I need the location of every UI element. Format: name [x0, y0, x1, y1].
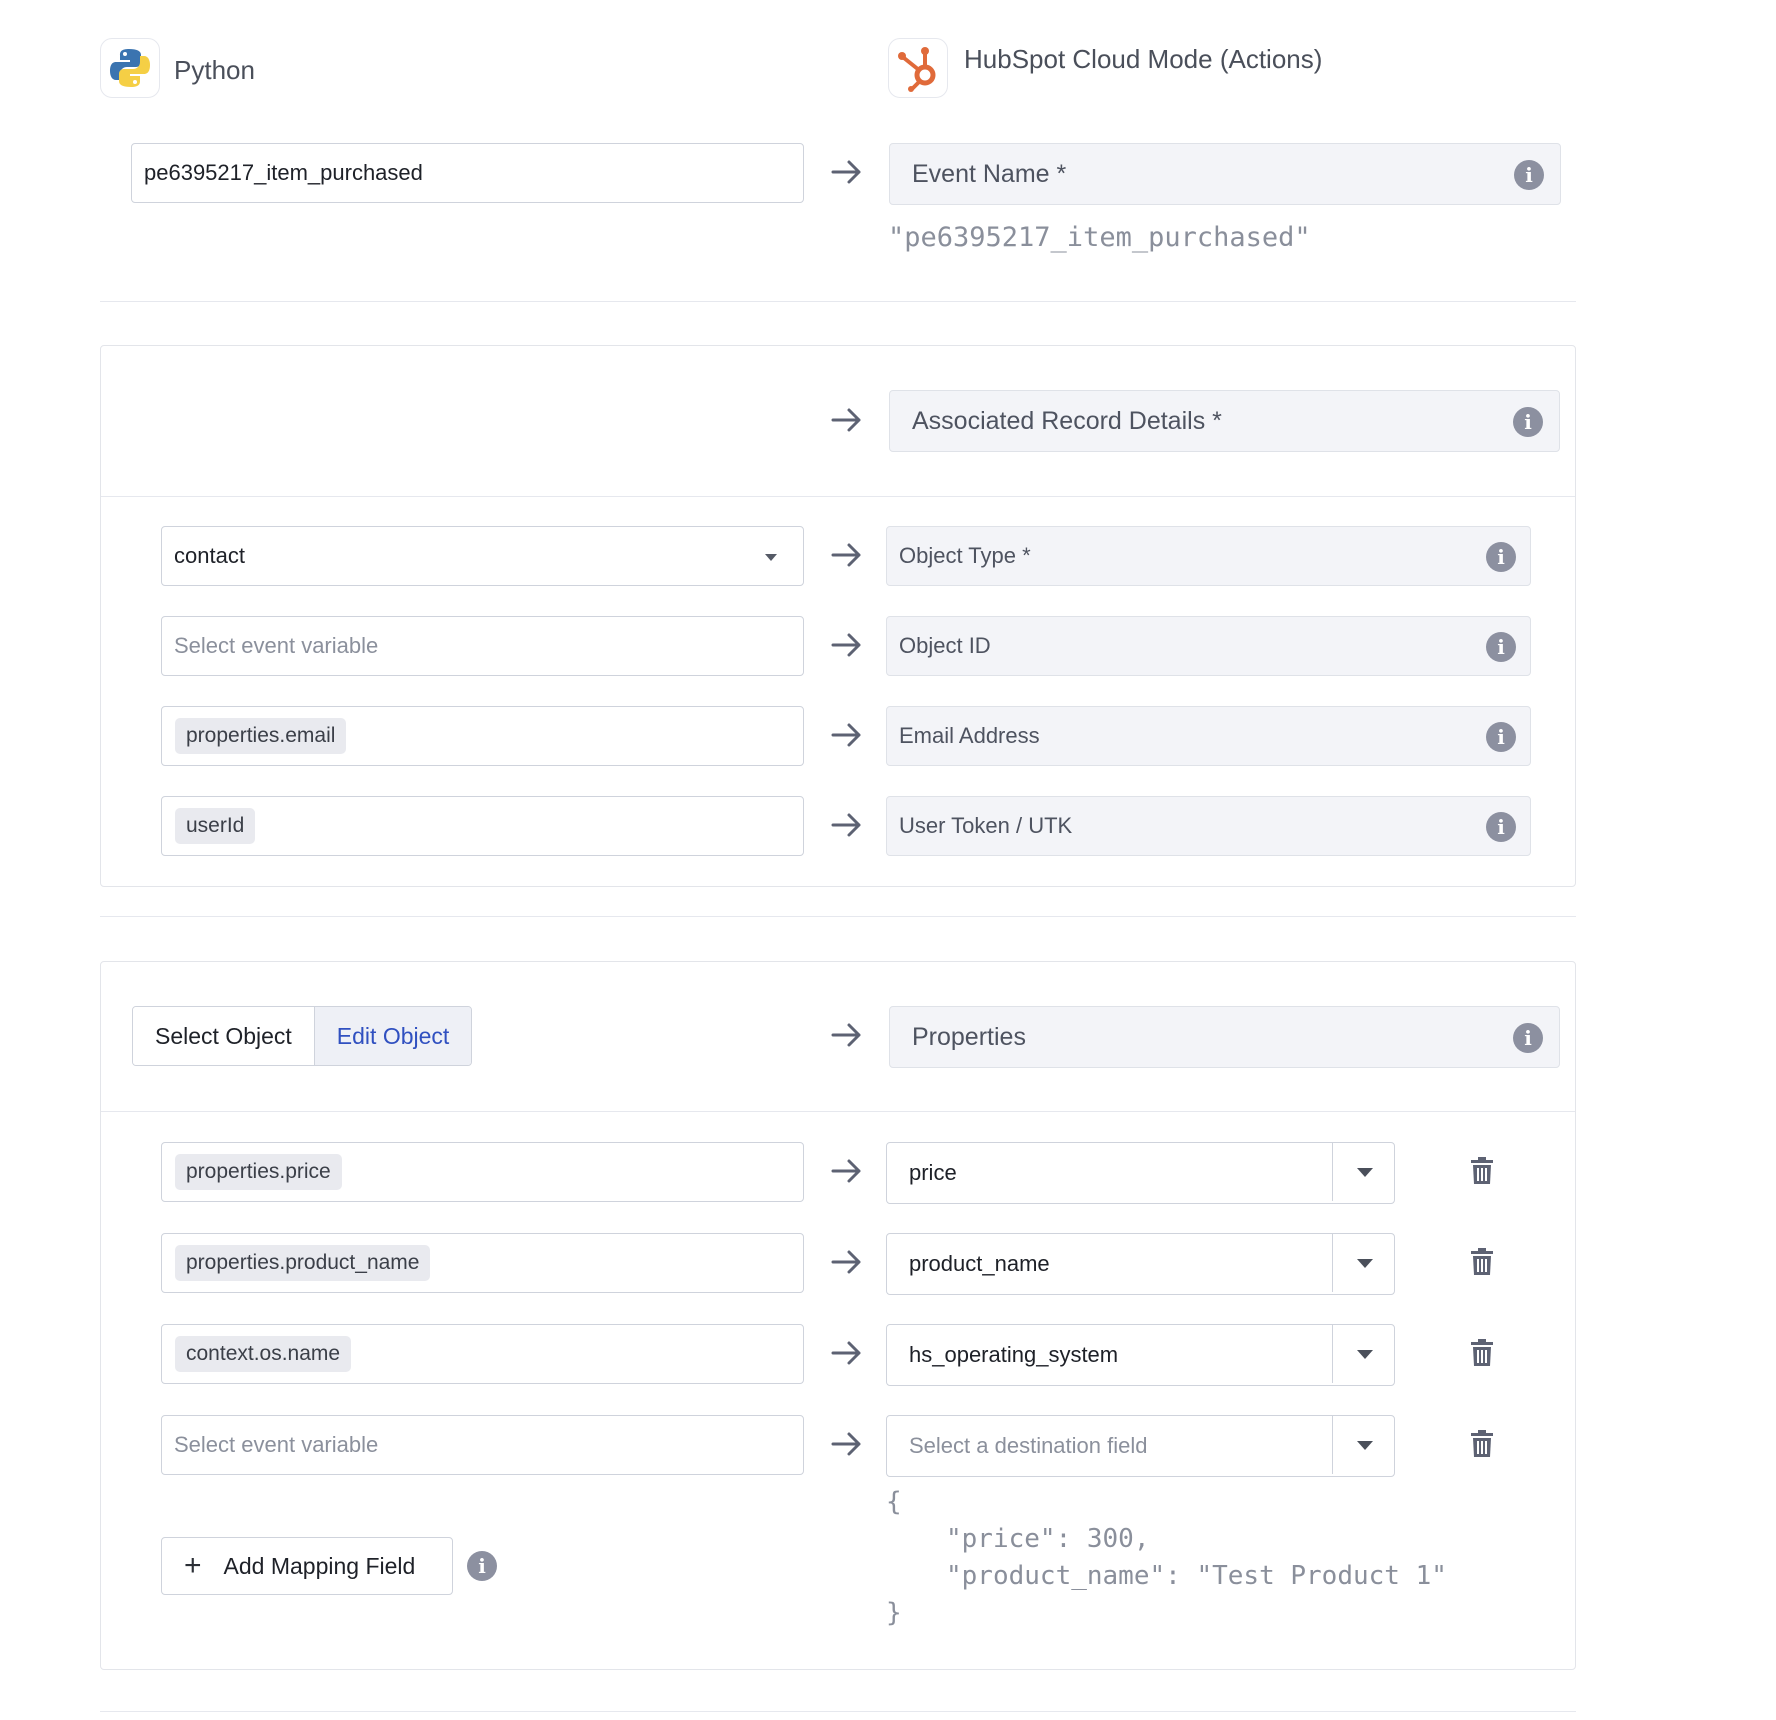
arrow-right-icon	[831, 1159, 861, 1183]
info-icon[interactable]: i	[1486, 632, 1516, 662]
properties-preview-open: {	[886, 1487, 902, 1517]
arrow-right-icon	[831, 1341, 861, 1365]
trash-icon[interactable]	[1470, 1157, 1494, 1185]
edit-object-button[interactable]: Edit Object	[314, 1007, 472, 1065]
chevron-down-icon[interactable]	[1332, 1234, 1394, 1292]
properties-preview-close: }	[886, 1598, 902, 1628]
add-mapping-field-button[interactable]: + Add Mapping Field	[161, 1537, 453, 1595]
empty-destination-select[interactable]: Select a destination field	[886, 1415, 1395, 1477]
chevron-down-icon[interactable]	[1332, 1143, 1394, 1201]
object-id-placeholder: Select event variable	[174, 633, 379, 658]
variable-chip[interactable]: context.os.name	[175, 1336, 352, 1372]
info-icon[interactable]: i	[1513, 1023, 1543, 1053]
trash-icon[interactable]	[1470, 1430, 1494, 1458]
info-icon[interactable]: i	[1514, 160, 1544, 190]
object-id-input[interactable]: Select event variable	[161, 616, 804, 676]
add-mapping-field-label: Add Mapping Field	[223, 1552, 416, 1579]
select-object-button[interactable]: Select Object	[133, 1007, 315, 1065]
price-destination-select[interactable]: price	[886, 1142, 1395, 1204]
arrow-right-icon	[831, 160, 861, 184]
arrow-right-icon	[831, 408, 861, 432]
associated-record-label: Associated Record Details *	[912, 406, 1222, 435]
chevron-down-icon[interactable]	[1332, 1325, 1394, 1383]
info-icon[interactable]: i	[1486, 812, 1516, 842]
hubspot-logo-icon	[888, 38, 948, 98]
properties-label: Properties	[912, 1022, 1026, 1051]
python-logo-icon	[100, 38, 160, 98]
os-destination-value: hs_operating_system	[909, 1342, 1119, 1367]
divider	[100, 1711, 1576, 1712]
email-source-input[interactable]: properties.email	[161, 706, 804, 766]
email-address-label: Email Address	[899, 723, 1040, 748]
arrow-right-icon	[831, 543, 861, 567]
object-type-label: Object Type *	[899, 543, 1031, 568]
empty-destination-placeholder: Select a destination field	[909, 1433, 1148, 1458]
os-name-source-input[interactable]: context.os.name	[161, 1324, 804, 1384]
arrow-right-icon	[831, 1023, 861, 1047]
info-icon[interactable]: i	[1486, 542, 1516, 572]
chevron-down-icon	[765, 554, 777, 561]
arrow-right-icon	[831, 723, 861, 747]
properties-target: Properties i	[889, 1006, 1560, 1068]
divider	[100, 301, 1576, 302]
source-name: Python	[174, 55, 255, 85]
object-type-value: contact	[174, 543, 245, 568]
user-token-target: User Token / UTK i	[886, 796, 1531, 856]
destination-name: HubSpot Cloud Mode (Actions)	[964, 44, 1323, 74]
price-destination-value: price	[909, 1160, 957, 1185]
panel-divider	[101, 1111, 1575, 1112]
plus-icon: +	[184, 1549, 202, 1582]
object-id-label: Object ID	[899, 633, 991, 658]
price-source-input[interactable]: properties.price	[161, 1142, 804, 1202]
event-name-input[interactable]: pe6395217_item_purchased	[131, 143, 804, 203]
arrow-right-icon	[831, 633, 861, 657]
product-name-source-input[interactable]: properties.product_name	[161, 1233, 804, 1293]
variable-chip[interactable]: userId	[175, 808, 256, 844]
properties-preview-line: "price": 300,	[946, 1524, 1150, 1554]
variable-chip[interactable]: properties.email	[175, 718, 347, 754]
info-icon[interactable]: i	[1513, 407, 1543, 437]
empty-source-input[interactable]: Select event variable	[161, 1415, 804, 1475]
event-name-value: pe6395217_item_purchased	[144, 160, 423, 185]
arrow-right-icon	[831, 813, 861, 837]
variable-chip[interactable]: properties.product_name	[175, 1245, 431, 1281]
email-address-target: Email Address i	[886, 706, 1531, 766]
arrow-right-icon	[831, 1250, 861, 1274]
variable-chip[interactable]: properties.price	[175, 1154, 342, 1190]
object-id-target: Object ID i	[886, 616, 1531, 676]
info-icon[interactable]: i	[1486, 722, 1516, 752]
product-name-destination-select[interactable]: product_name	[886, 1233, 1395, 1295]
product-name-destination-value: product_name	[909, 1251, 1050, 1276]
associated-record-target: Associated Record Details * i	[889, 390, 1560, 452]
os-destination-select[interactable]: hs_operating_system	[886, 1324, 1395, 1386]
event-name-target: Event Name * i	[889, 143, 1561, 205]
divider	[100, 916, 1576, 917]
user-token-label: User Token / UTK	[899, 813, 1073, 838]
event-name-label: Event Name *	[912, 159, 1067, 188]
object-mode-toggle: Select Object Edit Object	[132, 1006, 473, 1066]
object-type-target: Object Type * i	[886, 526, 1531, 586]
properties-preview-line: "product_name": "Test Product 1"	[946, 1561, 1447, 1591]
arrow-right-icon	[831, 1432, 861, 1456]
event-name-preview: "pe6395217_item_purchased"	[888, 222, 1311, 253]
object-type-select[interactable]: contact	[161, 526, 804, 586]
trash-icon[interactable]	[1470, 1248, 1494, 1276]
chevron-down-icon[interactable]	[1332, 1416, 1394, 1474]
info-icon[interactable]: i	[467, 1551, 497, 1581]
panel-divider	[101, 496, 1575, 497]
trash-icon[interactable]	[1470, 1339, 1494, 1367]
empty-source-placeholder: Select event variable	[174, 1432, 379, 1457]
user-token-source-input[interactable]: userId	[161, 796, 804, 856]
